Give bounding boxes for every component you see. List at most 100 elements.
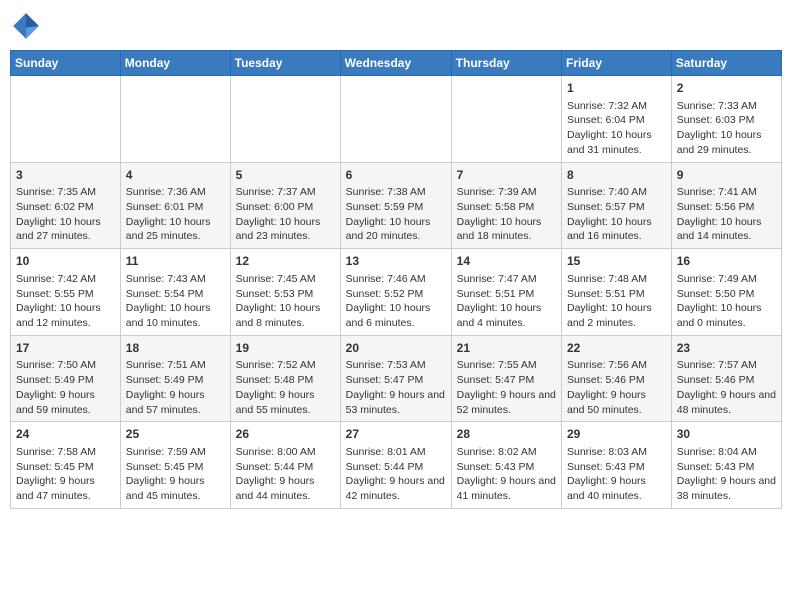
day-info: Daylight: 9 hours and 50 minutes. [567,388,666,417]
day-number: 12 [236,253,335,270]
day-number: 19 [236,340,335,357]
day-number: 21 [457,340,556,357]
day-info: Sunset: 5:47 PM [457,373,556,388]
day-number: 4 [126,167,225,184]
calendar-cell [230,76,340,163]
weekday-header-sunday: Sunday [11,51,121,76]
day-info: Sunrise: 7:49 AM [677,272,776,287]
day-info: Sunrise: 8:03 AM [567,445,666,460]
calendar-cell [120,76,230,163]
day-info: Sunrise: 7:35 AM [16,185,115,200]
day-info: Sunrise: 7:37 AM [236,185,335,200]
day-number: 8 [567,167,666,184]
day-info: Sunrise: 7:41 AM [677,185,776,200]
day-info: Sunset: 6:01 PM [126,200,225,215]
calendar-cell [451,76,561,163]
day-info: Sunset: 5:54 PM [126,287,225,302]
day-number: 1 [567,80,666,97]
day-info: Sunrise: 7:56 AM [567,358,666,373]
day-info: Sunrise: 8:04 AM [677,445,776,460]
day-info: Daylight: 9 hours and 47 minutes. [16,474,115,503]
day-number: 18 [126,340,225,357]
day-info: Sunrise: 7:43 AM [126,272,225,287]
calendar-cell: 2Sunrise: 7:33 AMSunset: 6:03 PMDaylight… [671,76,781,163]
day-info: Sunset: 6:03 PM [677,113,776,128]
day-info: Sunset: 5:53 PM [236,287,335,302]
day-info: Sunset: 5:51 PM [457,287,556,302]
day-info: Sunset: 5:49 PM [16,373,115,388]
logo-icon [10,10,42,42]
calendar-body: 1Sunrise: 7:32 AMSunset: 6:04 PMDaylight… [11,76,782,509]
day-info: Daylight: 10 hours and 10 minutes. [126,301,225,330]
day-info: Daylight: 9 hours and 42 minutes. [346,474,446,503]
day-info: Sunrise: 7:45 AM [236,272,335,287]
day-info: Daylight: 10 hours and 4 minutes. [457,301,556,330]
day-info: Sunrise: 7:39 AM [457,185,556,200]
calendar-cell [11,76,121,163]
day-number: 6 [346,167,446,184]
calendar-header: SundayMondayTuesdayWednesdayThursdayFrid… [11,51,782,76]
day-info: Sunrise: 7:48 AM [567,272,666,287]
weekday-header-monday: Monday [120,51,230,76]
day-info: Daylight: 10 hours and 6 minutes. [346,301,446,330]
calendar-cell: 28Sunrise: 8:02 AMSunset: 5:43 PMDayligh… [451,422,561,509]
day-info: Daylight: 9 hours and 44 minutes. [236,474,335,503]
day-info: Sunset: 5:46 PM [567,373,666,388]
page: SundayMondayTuesdayWednesdayThursdayFrid… [0,0,792,519]
day-info: Daylight: 10 hours and 23 minutes. [236,215,335,244]
day-info: Sunset: 5:52 PM [346,287,446,302]
day-info: Sunrise: 7:51 AM [126,358,225,373]
calendar-cell: 19Sunrise: 7:52 AMSunset: 5:48 PMDayligh… [230,335,340,422]
day-info: Daylight: 9 hours and 38 minutes. [677,474,776,503]
week-row-0: 1Sunrise: 7:32 AMSunset: 6:04 PMDaylight… [11,76,782,163]
calendar-cell: 20Sunrise: 7:53 AMSunset: 5:47 PMDayligh… [340,335,451,422]
week-row-1: 3Sunrise: 7:35 AMSunset: 6:02 PMDaylight… [11,162,782,249]
day-number: 9 [677,167,776,184]
day-info: Sunset: 5:57 PM [567,200,666,215]
day-info: Sunrise: 8:00 AM [236,445,335,460]
day-info: Daylight: 9 hours and 40 minutes. [567,474,666,503]
day-info: Sunrise: 7:52 AM [236,358,335,373]
calendar-cell: 24Sunrise: 7:58 AMSunset: 5:45 PMDayligh… [11,422,121,509]
day-info: Sunset: 5:43 PM [567,460,666,475]
day-info: Sunrise: 7:40 AM [567,185,666,200]
day-number: 23 [677,340,776,357]
day-info: Sunrise: 7:57 AM [677,358,776,373]
calendar-cell: 4Sunrise: 7:36 AMSunset: 6:01 PMDaylight… [120,162,230,249]
day-info: Sunrise: 7:46 AM [346,272,446,287]
day-info: Sunset: 5:48 PM [236,373,335,388]
day-info: Daylight: 10 hours and 16 minutes. [567,215,666,244]
day-info: Daylight: 9 hours and 53 minutes. [346,388,446,417]
calendar-cell: 17Sunrise: 7:50 AMSunset: 5:49 PMDayligh… [11,335,121,422]
calendar-cell: 21Sunrise: 7:55 AMSunset: 5:47 PMDayligh… [451,335,561,422]
day-number: 26 [236,426,335,443]
day-info: Sunset: 5:49 PM [126,373,225,388]
header [10,10,782,42]
day-info: Sunrise: 7:38 AM [346,185,446,200]
day-info: Daylight: 10 hours and 2 minutes. [567,301,666,330]
day-info: Sunrise: 7:47 AM [457,272,556,287]
day-info: Sunset: 5:46 PM [677,373,776,388]
calendar-cell: 23Sunrise: 7:57 AMSunset: 5:46 PMDayligh… [671,335,781,422]
day-info: Sunrise: 7:33 AM [677,99,776,114]
calendar-cell: 25Sunrise: 7:59 AMSunset: 5:45 PMDayligh… [120,422,230,509]
week-row-4: 24Sunrise: 7:58 AMSunset: 5:45 PMDayligh… [11,422,782,509]
calendar-cell: 15Sunrise: 7:48 AMSunset: 5:51 PMDayligh… [562,249,672,336]
day-number: 7 [457,167,556,184]
day-number: 20 [346,340,446,357]
day-info: Daylight: 9 hours and 52 minutes. [457,388,556,417]
day-info: Sunset: 5:43 PM [677,460,776,475]
calendar-cell: 26Sunrise: 8:00 AMSunset: 5:44 PMDayligh… [230,422,340,509]
day-info: Sunset: 5:50 PM [677,287,776,302]
calendar-cell: 3Sunrise: 7:35 AMSunset: 6:02 PMDaylight… [11,162,121,249]
calendar-cell: 11Sunrise: 7:43 AMSunset: 5:54 PMDayligh… [120,249,230,336]
day-info: Sunrise: 7:42 AM [16,272,115,287]
day-info: Daylight: 9 hours and 48 minutes. [677,388,776,417]
day-info: Sunrise: 7:58 AM [16,445,115,460]
day-number: 3 [16,167,115,184]
day-info: Daylight: 10 hours and 29 minutes. [677,128,776,157]
day-info: Sunrise: 7:36 AM [126,185,225,200]
week-row-3: 17Sunrise: 7:50 AMSunset: 5:49 PMDayligh… [11,335,782,422]
logo [10,10,46,42]
day-info: Sunset: 5:58 PM [457,200,556,215]
